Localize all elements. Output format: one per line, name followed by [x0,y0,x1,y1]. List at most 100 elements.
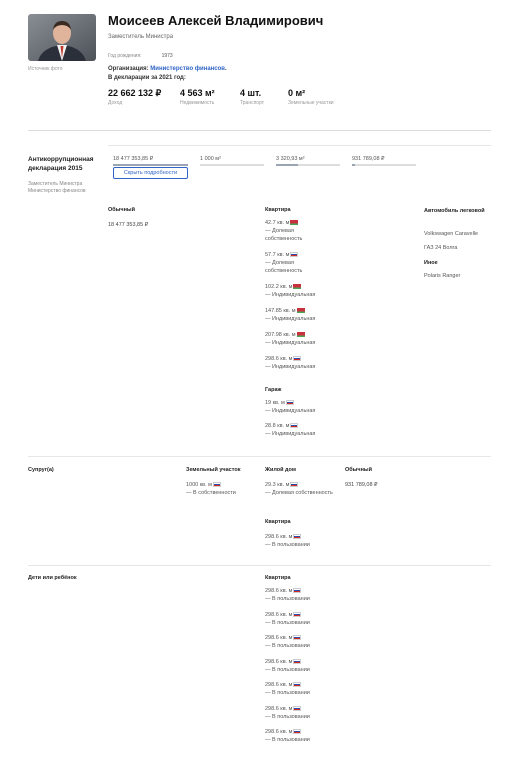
area-value: 298.6 кв. м [265,356,293,362]
russia-flag-icon [293,635,302,641]
divider [28,130,491,131]
ownership-type: — Долевая собственность [265,228,303,242]
org-label: Организация: [108,66,149,72]
area-value: 19 кв. м [265,400,285,406]
area-value: 29.3 кв. м [265,482,290,488]
vehicle-item: Polaris Ranger [424,273,461,279]
russia-flag-icon [293,588,302,594]
area-value: 147.85 кв. м [265,308,296,314]
ownership-type: — Индивидуальная [265,292,316,298]
income-head: Обычный [108,207,135,213]
spouse-land-item: 1000 кв. м — В собственности [186,481,236,497]
area-value: 57.7 кв. м [265,252,290,258]
area-value: 42.7 кв. м [265,220,290,226]
spouse-income-value: 931 789,08 ₽ [345,482,378,488]
declaration-org: Министерство финансов [28,188,86,194]
apartments-head: Квартира [265,207,291,213]
bar-land [200,164,264,166]
russia-flag-icon [293,534,302,540]
summary-realty-value: 4 563 м² [180,88,215,98]
property-item: 28.8 кв. м — Индивидуальная [265,422,315,438]
declaration-title: Антикоррупционная декларация 2015 [28,156,94,172]
bar-fill [352,164,356,166]
spouse-house-head: Жилой дом [265,467,296,473]
bar-income-value: 18 477 353,85 ₽ [113,156,154,162]
summary-realty-label: Недвижимость [180,100,215,106]
spouse-land-head: Земельный участок [186,467,241,473]
photo-caption: Источник фото [28,66,63,72]
russia-flag-icon [290,482,299,488]
area-value: 298.6 кв. м [265,658,293,665]
org-suffix: . [225,66,227,72]
other-vehicles-head: Иное [424,260,438,266]
person-photo [28,14,96,61]
summary-land-label: Земельные участки [288,100,334,106]
org-link[interactable]: Министерство финансов [150,66,225,72]
property-item: 298.6 кв. м — В пользовании [265,681,310,697]
area-value: 298.6 кв. м [265,705,293,712]
summary-land-value: 0 м² [288,88,306,98]
spouse-label: Супруг(а) [28,467,54,473]
portrait-image [28,14,96,61]
person-position: Заместитель Министра [108,34,174,40]
area-value: 298.6 кв. м [265,635,293,641]
property-item: 298.6 кв. м — В пользовании [265,634,310,650]
birth-year: Год рождения: 1973 [108,53,173,59]
russia-flag-icon [290,252,299,258]
ownership-type: — Индивидуальная [265,408,316,414]
area-value: 298.6 кв. м [265,588,293,594]
ownership-type: — В пользовании [265,690,310,696]
belarus-flag-icon [296,332,305,338]
property-item: 42.7 кв. м — Долевая собственность [265,219,315,243]
belarus-flag-icon [296,308,305,314]
vehicle-item: ГАЗ 24 Волга [424,245,458,251]
children-apartments-head: Квартира [265,575,291,581]
birth-label: Год рождения: [108,53,142,59]
spouse-apartment-item: 298.6 кв. м — В пользовании [265,533,310,549]
russia-flag-icon [293,729,302,735]
property-item: 298.6 кв. м — В пользовании [265,658,310,674]
property-item: 147.85 кв. м — Индивидуальная [265,307,315,323]
area-value: 298.6 кв. м [265,682,293,688]
divider [28,565,491,566]
spouse-apartment-head: Квартира [265,519,291,525]
ownership-type: — Индивидуальная [265,340,316,346]
vehicle-item: Volkswagen Caravelle [424,231,479,237]
summary-transport-value: 4 шт. [240,88,262,98]
russia-flag-icon [293,611,302,617]
ownership-type: — В пользовании [265,666,310,673]
area-value: 28.8 кв. м [265,423,290,429]
bar-spouse-income-value: 931 789,08 ₽ [352,156,385,162]
person-name: Моисеев Алексей Владимирович [108,13,324,28]
property-item: 298.6 кв. м — В пользовании [265,611,310,627]
declaration-position: Заместитель Министра [28,181,83,187]
summary-income-value: 22 662 132 ₽ [108,88,162,98]
russia-flag-icon [293,705,302,711]
russia-flag-icon [293,356,302,362]
ownership-type: — Долевая собственность [265,260,303,274]
spouse-income-head: Обычный [345,467,372,473]
belarus-flag-icon [290,220,299,226]
property-item: 19 кв. м — Индивидуальная [265,399,315,415]
divider [28,456,491,457]
ownership-type: — В собственности [186,490,236,496]
bar-income [113,164,188,166]
russia-flag-icon [212,482,221,488]
organization: Организация: Министерство финансов. [108,66,227,72]
spouse-house-item: 29.3 кв. м — Долевая собственность [265,481,333,497]
bar-fill [276,164,299,166]
bar-fill [113,164,188,166]
ownership-type: — В пользовании [265,643,310,649]
bar-land-value: 1 000 м² [200,156,221,162]
hide-details-button[interactable]: Скрыть подробности [113,167,188,179]
bar-realty [276,164,340,166]
divider [108,145,491,146]
birth-value: 1973 [161,53,173,59]
area-value: 298.6 кв. м [265,611,293,618]
russia-flag-icon [285,400,294,406]
summary-income-label: Доход [108,100,123,106]
ownership-type: — В пользовании [265,619,310,626]
russia-flag-icon [293,658,302,664]
property-item: 57.7 кв. м — Долевая собственность [265,251,315,275]
russia-flag-icon [290,423,299,429]
